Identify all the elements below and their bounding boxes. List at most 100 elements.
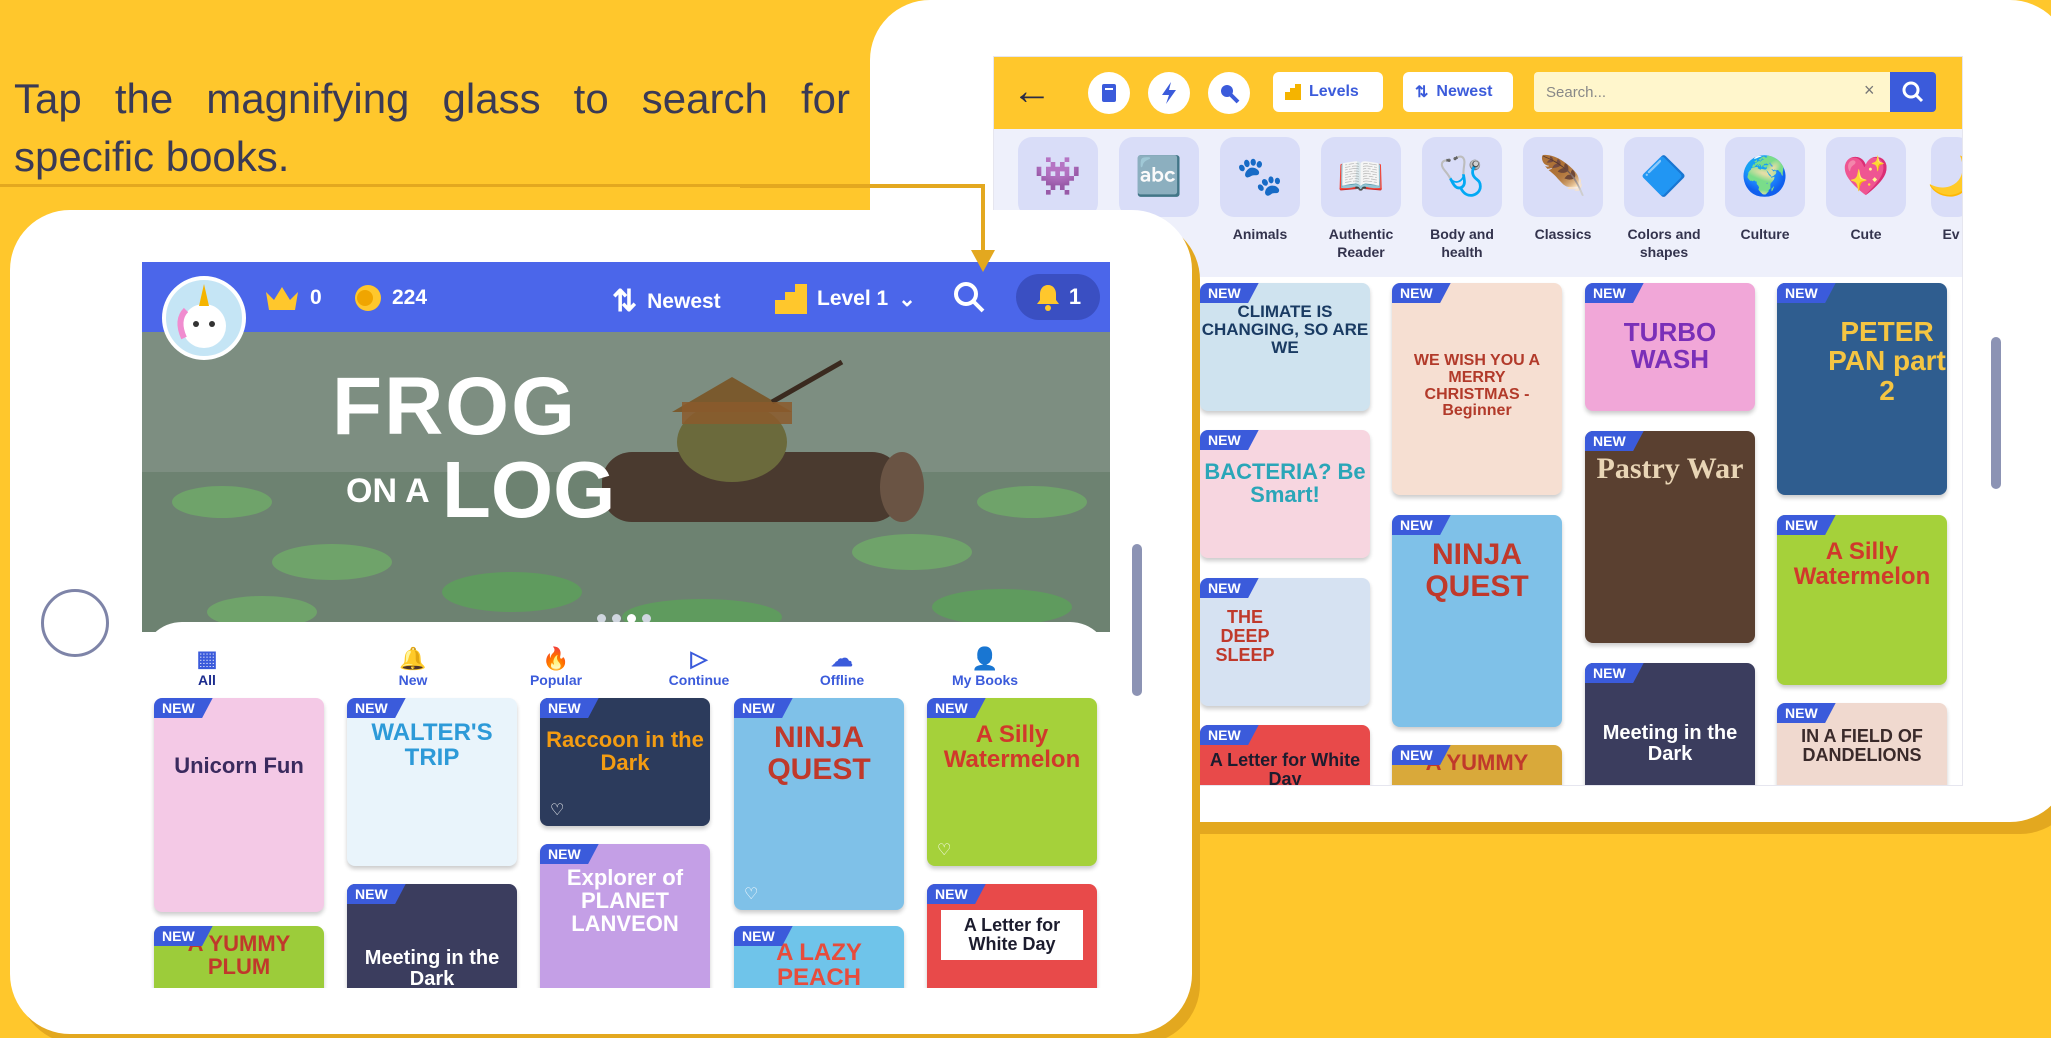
book-card[interactable]: NEW Pastry War [1585, 431, 1755, 643]
frog-on-log-illustration [142, 332, 1110, 632]
avatar[interactable] [162, 276, 246, 360]
book-title: BACTERIA? Be Smart! [1204, 459, 1366, 508]
sort-newest-button[interactable]: ⇅ Newest [1403, 72, 1513, 112]
book-card[interactable]: NEW A LAZY PEACH [734, 926, 904, 988]
notification-count: 1 [1068, 284, 1082, 309]
book-title: A Silly Watermelon [1793, 538, 1931, 591]
heart-icon: 💖 [1826, 137, 1906, 217]
coin-count: 224 [392, 286, 428, 309]
category-colors-and-shapes[interactable]: 🔷 Colors and shapes [1618, 137, 1710, 261]
nav-continue[interactable]: ▷ Continue [639, 646, 759, 688]
scrollbar[interactable] [1132, 544, 1142, 696]
cloud-icon: ☁ [831, 646, 853, 671]
paw-icon: 🐾 [1220, 137, 1300, 217]
notifications-button[interactable]: 1 [1016, 274, 1100, 320]
back-arrow-icon[interactable]: ← [1012, 69, 1052, 114]
book-title: Meeting in the Dark [1602, 722, 1738, 765]
book-card[interactable]: NEW A Letter for White Day [927, 884, 1097, 988]
new-badge: NEW [1200, 430, 1259, 450]
new-badge: NEW [1777, 515, 1836, 535]
book-card[interactable]: NEW Raccoon in the Dark ♡ [540, 698, 710, 826]
crown-counter: 0 [264, 284, 322, 312]
book-title: THE DEEP SLEEP [1215, 607, 1275, 665]
featured-banner[interactable]: FROG ON A LOG [142, 332, 1110, 632]
book-card[interactable]: NEW NINJA QUEST [1392, 515, 1562, 727]
book-card[interactable]: NEW A Silly Watermelon [1777, 515, 1947, 685]
chevron-down-icon: ⌄ [898, 287, 916, 311]
book-title: Pastry War [1596, 452, 1744, 485]
play-icon: ▷ [690, 646, 708, 671]
search-input[interactable]: Search... [1534, 72, 1894, 112]
back-toolbar: ← Levels ⇅ Newest Search... × [994, 57, 1962, 129]
sort-arrows-icon: ⇅ [612, 285, 638, 318]
partial-category-icon: 🌙 [1927, 137, 1962, 217]
book-title: NINJA QUEST [1425, 538, 1529, 603]
search-icon [954, 282, 985, 313]
search-toggle-icon[interactable] [1208, 72, 1250, 114]
book-card[interactable]: NEW TURBO WASH [1585, 283, 1755, 411]
book-title: NINJA QUEST [767, 721, 871, 786]
book-card[interactable]: NEW IN A FIELD OF DANDELIONS [1777, 703, 1947, 785]
search-submit-button[interactable] [1890, 72, 1936, 112]
crown-icon [266, 287, 298, 310]
book-card[interactable]: NEW A YUMMY [1392, 745, 1562, 785]
new-badge: NEW [540, 698, 599, 718]
new-badge: NEW [1392, 283, 1451, 303]
favorite-heart-icon[interactable]: ♡ [744, 884, 758, 904]
category-cute[interactable]: 💖 Cute [1820, 137, 1912, 243]
fire-icon: 🔥 [542, 646, 570, 671]
tablet-home-button[interactable] [41, 589, 109, 657]
search-button[interactable] [952, 280, 986, 319]
book-card[interactable]: NEW Meeting in the Dark [1585, 663, 1755, 785]
book-card[interactable]: NEW CLIMATE IS CHANGING, SO ARE WE [1200, 283, 1370, 411]
category-culture[interactable]: 🌍 Culture [1719, 137, 1811, 243]
sort-newest-button[interactable]: ⇅ Newest [612, 284, 721, 319]
book-card[interactable]: NEW WALTER'S TRIP [347, 698, 517, 866]
new-badge: NEW [347, 884, 406, 904]
category-authentic-reader[interactable]: 📖 Authentic Reader [1315, 137, 1407, 261]
book-card[interactable]: NEW THE DEEP SLEEP [1200, 578, 1370, 706]
level-selector[interactable]: Level 1 ⌄ [775, 284, 916, 314]
book-filter-icon[interactable] [1088, 72, 1130, 114]
book-card[interactable]: NEW Unicorn Fun [154, 698, 324, 912]
nav-offline[interactable]: ☁ Offline [782, 646, 902, 688]
nav-popular[interactable]: 🔥 Popular [496, 646, 616, 688]
lightning-filter-icon[interactable] [1148, 72, 1190, 114]
new-badge: NEW [154, 698, 213, 718]
book-card[interactable]: NEW BACTERIA? Be Smart! [1200, 430, 1370, 558]
category-item[interactable]: 🌙Ev [1921, 137, 1962, 243]
book-card[interactable]: NEW Explorer of PLANET LANVEON [540, 844, 710, 988]
new-badge: NEW [1392, 515, 1451, 535]
sort-arrows-icon: ⇅ [1415, 84, 1429, 101]
nav-my-books[interactable]: 👤 My Books [925, 646, 1045, 688]
level-icon [775, 284, 807, 314]
book-title: TURBO WASH [1623, 317, 1717, 375]
callout-line [981, 184, 985, 252]
abc-blocks-icon: 🔤 [1119, 137, 1199, 217]
book-card[interactable]: NEW A Letter for White Day [1200, 725, 1370, 785]
favorite-heart-icon[interactable]: ♡ [937, 840, 951, 860]
grid-icon: ▦ [196, 646, 218, 671]
book-card[interactable]: NEW Meeting in the Dark [347, 884, 517, 988]
book-title: WE WISH YOU A MERRY CHRISTMAS - Beginner [1413, 352, 1541, 420]
clear-search-icon[interactable]: × [1864, 80, 1875, 101]
levels-button[interactable]: Levels [1273, 72, 1383, 112]
library-app-home-view: 0 224 ⇅ Newest Level 1 ⌄ 1 FROG ON A LOG… [142, 262, 1110, 988]
new-badge: NEW [1200, 578, 1259, 598]
category-body-and-health[interactable]: 🩺 Body and health [1416, 137, 1508, 261]
book-title: Unicorn Fun [174, 753, 304, 778]
level-label: Level 1 [817, 287, 889, 310]
category-classics[interactable]: 🪶 Classics [1517, 137, 1609, 243]
favorite-heart-icon[interactable]: ♡ [550, 800, 564, 820]
category-animals[interactable]: 🐾 Animals [1214, 137, 1306, 243]
book-card[interactable]: NEW NINJA QUEST ♡ [734, 698, 904, 910]
callout-arrowhead [971, 250, 995, 272]
book-card[interactable]: NEW A Silly Watermelon ♡ [927, 698, 1097, 866]
new-badge: NEW [1200, 283, 1259, 303]
book-card[interactable]: NEW PETER PAN part 2 [1777, 283, 1947, 495]
book-title: IN A FIELD OF DANDELIONS [1801, 726, 1923, 765]
nav-new[interactable]: 🔔 New [353, 646, 473, 688]
book-card[interactable]: NEW WE WISH YOU A MERRY CHRISTMAS - Begi… [1392, 283, 1562, 495]
book-title: Meeting in the Dark [364, 947, 500, 989]
book-card[interactable]: NEW A YUMMY PLUM [154, 926, 324, 988]
